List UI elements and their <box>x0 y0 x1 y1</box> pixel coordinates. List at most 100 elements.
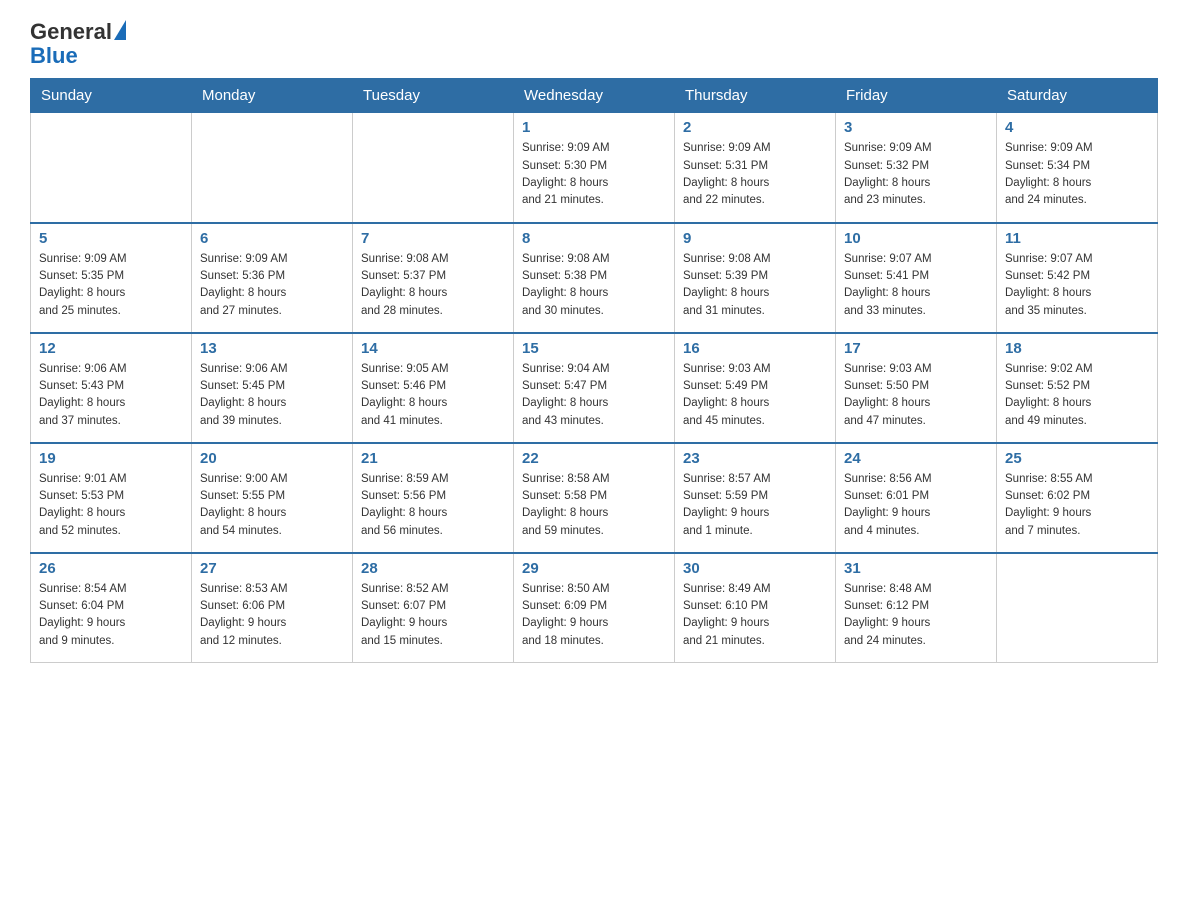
day-info: Sunrise: 9:09 AMSunset: 5:36 PMDaylight:… <box>200 251 344 320</box>
day-number: 4 <box>1005 119 1149 136</box>
calendar-cell: 6 Sunrise: 9:09 AMSunset: 5:36 PMDaylight… <box>192 223 353 333</box>
calendar-cell: 29 Sunrise: 8:50 AMSunset: 6:09 PMDayligh… <box>514 553 675 663</box>
day-info: Sunrise: 9:08 AMSunset: 5:37 PMDaylight:… <box>361 251 505 320</box>
calendar-cell: 16Sunrise: 9:03 AMSunset: 5:49 PMDayligh… <box>675 333 836 443</box>
day-info: Sunrise: 9:09 AMSunset: 5:32 PMDaylight:… <box>844 140 988 209</box>
calendar-cell: 13Sunrise: 9:06 AMSunset: 5:45 PMDayligh… <box>192 333 353 443</box>
day-info: Sunrise: 9:00 AMSunset: 5:55 PMDaylight:… <box>200 471 344 540</box>
day-number: 8 <box>522 230 666 247</box>
column-header-thursday: Thursday <box>675 79 836 113</box>
day-info: Sunrise: 9:09 AMSunset: 5:31 PMDaylight:… <box>683 140 827 209</box>
calendar-cell: 26 Sunrise: 8:54 AMSunset: 6:04 PMDayligh… <box>31 553 192 663</box>
page-header: General Blue <box>30 20 1158 68</box>
calendar-cell: 21 Sunrise: 8:59 AMSunset: 5:56 PMDayligh… <box>353 443 514 553</box>
day-number: 22 <box>522 450 666 467</box>
calendar-cell: 28 Sunrise: 8:52 AMSunset: 6:07 PMDayligh… <box>353 553 514 663</box>
calendar-cell: 23 Sunrise: 8:57 AMSunset: 5:59 PMDayligh… <box>675 443 836 553</box>
day-number: 18 <box>1005 340 1149 357</box>
calendar-cell <box>997 553 1158 663</box>
day-number: 30 <box>683 560 827 577</box>
calendar-cell <box>353 113 514 223</box>
calendar-cell: 1 Sunrise: 9:09 AMSunset: 5:30 PMDaylight… <box>514 113 675 223</box>
day-info: Sunrise: 8:48 AMSunset: 6:12 PMDaylight:… <box>844 581 988 650</box>
day-number: 6 <box>200 230 344 247</box>
day-number: 25 <box>1005 450 1149 467</box>
calendar-cell: 18 Sunrise: 9:02 AMSunset: 5:52 PMDayligh… <box>997 333 1158 443</box>
day-number: 1 <box>522 119 666 136</box>
calendar-cell: 30 Sunrise: 8:49 AMSunset: 6:10 PMDayligh… <box>675 553 836 663</box>
day-number: 28 <box>361 560 505 577</box>
calendar-week-row: 12Sunrise: 9:06 AMSunset: 5:43 PMDayligh… <box>31 333 1158 443</box>
day-number: 9 <box>683 230 827 247</box>
calendar-cell: 31 Sunrise: 8:48 AMSunset: 6:12 PMDayligh… <box>836 553 997 663</box>
day-number: 20 <box>200 450 344 467</box>
calendar-header-row: SundayMondayTuesdayWednesdayThursdayFrid… <box>31 79 1158 113</box>
calendar-cell: 19 Sunrise: 9:01 AMSunset: 5:53 PMDayligh… <box>31 443 192 553</box>
column-header-friday: Friday <box>836 79 997 113</box>
day-number: 26 <box>39 560 183 577</box>
day-info: Sunrise: 9:09 AMSunset: 5:35 PMDaylight:… <box>39 251 183 320</box>
day-info: Sunrise: 9:03 AMSunset: 5:50 PMDaylight:… <box>844 361 988 430</box>
calendar-cell: 17 Sunrise: 9:03 AMSunset: 5:50 PMDayligh… <box>836 333 997 443</box>
logo-triangle-icon <box>114 20 126 40</box>
day-info: Sunrise: 9:08 AMSunset: 5:38 PMDaylight:… <box>522 251 666 320</box>
calendar-week-row: 26 Sunrise: 8:54 AMSunset: 6:04 PMDayligh… <box>31 553 1158 663</box>
calendar-table: SundayMondayTuesdayWednesdayThursdayFrid… <box>30 78 1158 663</box>
day-info: Sunrise: 9:01 AMSunset: 5:53 PMDaylight:… <box>39 471 183 540</box>
day-info: Sunrise: 9:03 AMSunset: 5:49 PMDaylight:… <box>683 361 827 430</box>
day-number: 10 <box>844 230 988 247</box>
day-number: 17 <box>844 340 988 357</box>
calendar-cell: 14 Sunrise: 9:05 AMSunset: 5:46 PMDayligh… <box>353 333 514 443</box>
column-header-sunday: Sunday <box>31 79 192 113</box>
day-info: Sunrise: 8:53 AMSunset: 6:06 PMDaylight:… <box>200 581 344 650</box>
day-info: Sunrise: 8:58 AMSunset: 5:58 PMDaylight:… <box>522 471 666 540</box>
day-info: Sunrise: 9:07 AMSunset: 5:42 PMDaylight:… <box>1005 251 1149 320</box>
calendar-cell: 9Sunrise: 9:08 AMSunset: 5:39 PMDaylight… <box>675 223 836 333</box>
calendar-cell: 10 Sunrise: 9:07 AMSunset: 5:41 PMDayligh… <box>836 223 997 333</box>
day-number: 7 <box>361 230 505 247</box>
day-number: 21 <box>361 450 505 467</box>
day-info: Sunrise: 8:50 AMSunset: 6:09 PMDaylight:… <box>522 581 666 650</box>
day-number: 23 <box>683 450 827 467</box>
day-info: Sunrise: 8:56 AMSunset: 6:01 PMDaylight:… <box>844 471 988 540</box>
calendar-cell: 5 Sunrise: 9:09 AMSunset: 5:35 PMDaylight… <box>31 223 192 333</box>
day-info: Sunrise: 8:54 AMSunset: 6:04 PMDaylight:… <box>39 581 183 650</box>
day-info: Sunrise: 8:52 AMSunset: 6:07 PMDaylight:… <box>361 581 505 650</box>
day-number: 12 <box>39 340 183 357</box>
day-info: Sunrise: 8:55 AMSunset: 6:02 PMDaylight:… <box>1005 471 1149 540</box>
calendar-cell: 22 Sunrise: 8:58 AMSunset: 5:58 PMDayligh… <box>514 443 675 553</box>
calendar-week-row: 19 Sunrise: 9:01 AMSunset: 5:53 PMDayligh… <box>31 443 1158 553</box>
column-header-saturday: Saturday <box>997 79 1158 113</box>
day-number: 31 <box>844 560 988 577</box>
day-number: 11 <box>1005 230 1149 247</box>
day-number: 2 <box>683 119 827 136</box>
calendar-cell: 24 Sunrise: 8:56 AMSunset: 6:01 PMDayligh… <box>836 443 997 553</box>
calendar-cell <box>31 113 192 223</box>
calendar-cell: 2 Sunrise: 9:09 AMSunset: 5:31 PMDaylight… <box>675 113 836 223</box>
day-info: Sunrise: 8:59 AMSunset: 5:56 PMDaylight:… <box>361 471 505 540</box>
day-number: 3 <box>844 119 988 136</box>
calendar-cell: 15Sunrise: 9:04 AMSunset: 5:47 PMDayligh… <box>514 333 675 443</box>
day-number: 14 <box>361 340 505 357</box>
calendar-cell: 20 Sunrise: 9:00 AMSunset: 5:55 PMDayligh… <box>192 443 353 553</box>
column-header-tuesday: Tuesday <box>353 79 514 113</box>
day-info: Sunrise: 9:07 AMSunset: 5:41 PMDaylight:… <box>844 251 988 320</box>
day-info: Sunrise: 9:02 AMSunset: 5:52 PMDaylight:… <box>1005 361 1149 430</box>
day-info: Sunrise: 9:04 AMSunset: 5:47 PMDaylight:… <box>522 361 666 430</box>
calendar-week-row: 5 Sunrise: 9:09 AMSunset: 5:35 PMDaylight… <box>31 223 1158 333</box>
day-info: Sunrise: 9:09 AMSunset: 5:34 PMDaylight:… <box>1005 140 1149 209</box>
column-header-monday: Monday <box>192 79 353 113</box>
calendar-cell <box>192 113 353 223</box>
day-number: 5 <box>39 230 183 247</box>
calendar-week-row: 1 Sunrise: 9:09 AMSunset: 5:30 PMDaylight… <box>31 113 1158 223</box>
day-number: 24 <box>844 450 988 467</box>
day-number: 19 <box>39 450 183 467</box>
day-info: Sunrise: 9:09 AMSunset: 5:30 PMDaylight:… <box>522 140 666 209</box>
day-info: Sunrise: 9:05 AMSunset: 5:46 PMDaylight:… <box>361 361 505 430</box>
day-info: Sunrise: 8:57 AMSunset: 5:59 PMDaylight:… <box>683 471 827 540</box>
calendar-cell: 27Sunrise: 8:53 AMSunset: 6:06 PMDayligh… <box>192 553 353 663</box>
logo: General Blue <box>30 20 126 68</box>
calendar-cell: 8 Sunrise: 9:08 AMSunset: 5:38 PMDaylight… <box>514 223 675 333</box>
day-number: 29 <box>522 560 666 577</box>
day-info: Sunrise: 8:49 AMSunset: 6:10 PMDaylight:… <box>683 581 827 650</box>
